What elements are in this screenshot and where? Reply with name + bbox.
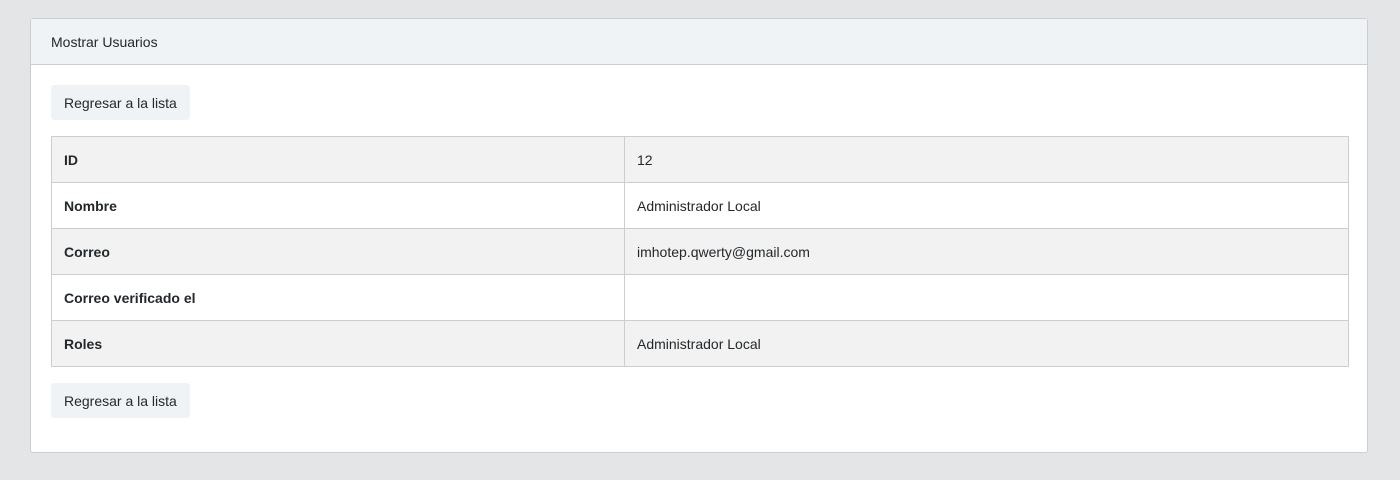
user-details-table: ID 12 Nombre Administrador Local Correo …	[51, 136, 1349, 367]
user-details-card: Mostrar Usuarios Regresar a la lista ID …	[30, 18, 1368, 453]
detail-label: Correo	[51, 228, 625, 275]
back-to-list-button-top[interactable]: Regresar a la lista	[51, 85, 190, 120]
detail-value: imhotep.qwerty@gmail.com	[624, 228, 1349, 275]
detail-value: Administrador Local	[624, 182, 1349, 229]
detail-label: Nombre	[51, 182, 625, 229]
card-header: Mostrar Usuarios	[31, 19, 1367, 65]
detail-row-roles: Roles Administrador Local	[51, 320, 1349, 367]
detail-row-id: ID 12	[51, 136, 1349, 183]
detail-value	[624, 274, 1349, 321]
back-to-list-button-bottom[interactable]: Regresar a la lista	[51, 383, 190, 418]
detail-label: Roles	[51, 320, 625, 367]
card-title: Mostrar Usuarios	[51, 33, 158, 50]
detail-row-name: Nombre Administrador Local	[51, 182, 1349, 229]
detail-label: ID	[51, 136, 625, 183]
detail-value: Administrador Local	[624, 320, 1349, 367]
detail-row-email-verified: Correo verificado el	[51, 274, 1349, 321]
card-body: Regresar a la lista ID 12 Nombre Adminis…	[31, 65, 1367, 418]
detail-label: Correo verificado el	[51, 274, 625, 321]
detail-row-email: Correo imhotep.qwerty@gmail.com	[51, 228, 1349, 275]
detail-value: 12	[624, 136, 1349, 183]
